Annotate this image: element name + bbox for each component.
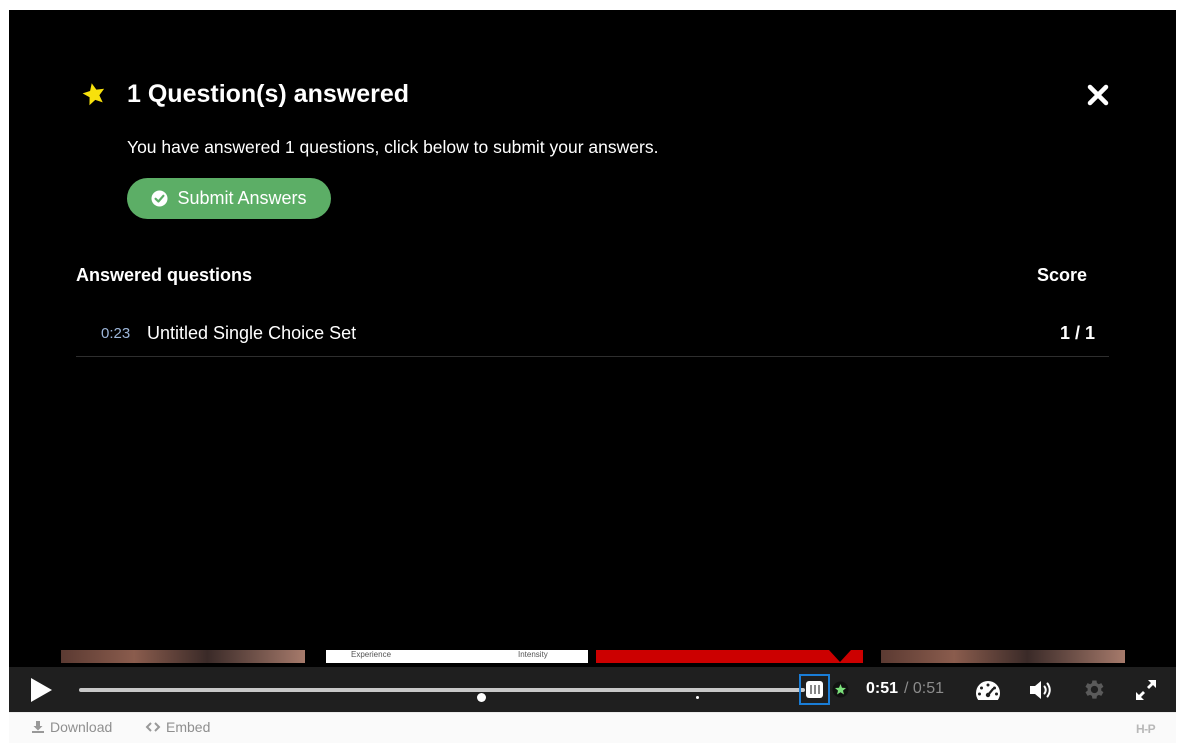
- seek-handle[interactable]: [799, 674, 830, 705]
- current-time: 0:51: [866, 680, 899, 697]
- download-icon: [32, 721, 44, 733]
- embed-button[interactable]: Embed: [145, 719, 210, 735]
- h5p-logo[interactable]: H-P: [1136, 722, 1156, 736]
- gear-icon[interactable]: [1081, 677, 1106, 702]
- embed-icon: [145, 722, 161, 732]
- download-button[interactable]: Download: [31, 719, 112, 735]
- thumbnail-pointer: [829, 650, 851, 662]
- score-header: Score: [1037, 265, 1088, 285]
- question-score: 1 / 1: [1059, 323, 1095, 343]
- volume-icon[interactable]: [1027, 678, 1055, 702]
- question-timestamp[interactable]: 0:23: [101, 325, 130, 342]
- thumbnail-label: Experience: [351, 650, 392, 659]
- answered-questions-header: Answered questions: [76, 265, 253, 285]
- question-title: Untitled Single Choice Set: [147, 323, 357, 343]
- close-icon[interactable]: [1087, 84, 1109, 106]
- submit-answers-button[interactable]: Submit Answers: [127, 178, 331, 219]
- fullscreen-icon[interactable]: [1134, 678, 1158, 702]
- seek-handle-knob: [806, 681, 823, 698]
- submit-answers-label: Submit Answers: [177, 188, 307, 208]
- dialog-message: You have answered 1 questions, click bel…: [127, 137, 659, 157]
- footer-bar: Download Embed H-P: [9, 712, 1176, 743]
- star-icon: [82, 83, 105, 106]
- bookmark-marker: [696, 696, 699, 699]
- interaction-marker[interactable]: [477, 693, 486, 702]
- preview-thumbnail: Experience Intensity: [326, 650, 588, 663]
- thumbnail-label: Intensity: [518, 650, 548, 659]
- dialog-title: 1 Question(s) answered: [127, 80, 410, 108]
- control-bar: 0:51 / 0:51: [9, 667, 1176, 712]
- check-circle-icon: [151, 190, 168, 207]
- table-row: 0:23 Untitled Single Choice Set 1 / 1: [76, 313, 1109, 357]
- play-icon[interactable]: [29, 677, 53, 703]
- preview-thumbnail: [881, 650, 1125, 663]
- video-player: 1 Question(s) answered You have answered…: [9, 10, 1176, 712]
- total-time: / 0:51: [904, 680, 945, 697]
- embed-label: Embed: [166, 719, 211, 735]
- download-label: Download: [50, 719, 113, 735]
- speed-icon[interactable]: [974, 678, 1002, 702]
- endscreen-icon[interactable]: [832, 681, 849, 698]
- preview-thumbnail: [61, 650, 305, 663]
- preview-thumbnail: [596, 650, 863, 663]
- progress-track[interactable]: [79, 688, 805, 702]
